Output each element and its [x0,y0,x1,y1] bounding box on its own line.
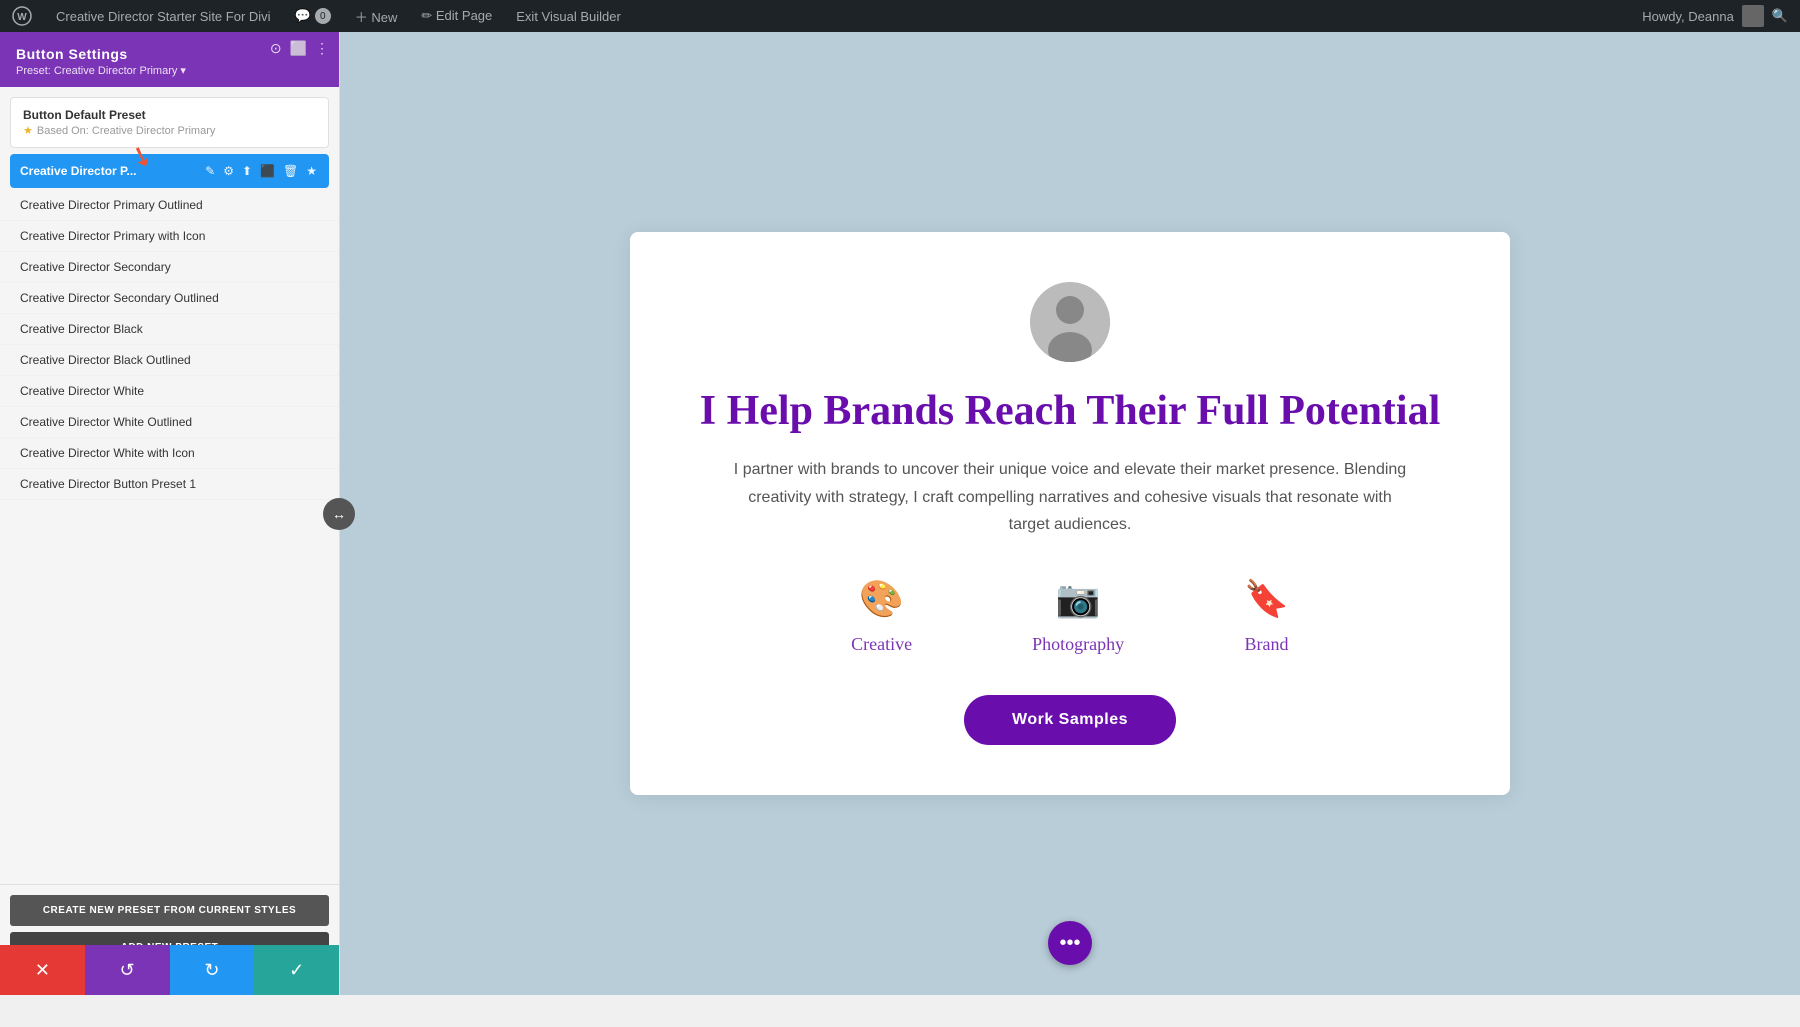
bottom-toolbar: ✕ ↺ ↻ ✓ [0,945,339,995]
creative-icon-item: 🎨 Creative [851,578,912,655]
undo-icon: ↺ [120,960,135,981]
copy-preset-icon[interactable]: ⬛ [258,162,277,180]
star-icon: ★ [23,125,33,137]
hero-avatar [1030,282,1110,362]
panel-preset-subtitle[interactable]: Preset: Creative Director Primary ▾ [16,64,323,77]
panel-header-icons: ⊙ ⬜ ⋮ [270,40,329,57]
upload-preset-icon[interactable]: ⬆ [240,162,254,180]
panel-toggle-button[interactable]: ↔ [323,498,355,530]
close-icon: ✕ [35,960,50,981]
star-preset-icon[interactable]: ★ [304,162,319,180]
admin-site-name[interactable]: Creative Director Starter Site For Divi [44,0,283,32]
list-item[interactable]: Creative Director Secondary [0,252,339,283]
active-preset-name: Creative Director P... [20,164,197,178]
list-item[interactable]: Creative Director White with Icon [0,438,339,469]
expand-icon[interactable]: ⬜ [290,40,307,57]
undo-button[interactable]: ↺ [85,945,170,995]
more-icon[interactable]: ⋮ [315,40,329,57]
hero-avatar-image [1030,282,1110,362]
default-preset-based-on: ★ Based On: Creative Director Primary [23,124,316,137]
brand-label: Brand [1244,634,1288,655]
list-item[interactable]: Creative Director Primary Outlined [0,190,339,221]
floating-action-button[interactable]: ••• [1048,921,1092,965]
brand-icon-item: 🔖 Brand [1244,578,1289,655]
active-preset-row[interactable]: Creative Director P... ✎ ⚙ ⬆ ⬛ 🗑 ★ [10,154,329,188]
redo-icon: ↻ [204,960,219,981]
brand-icon: 🔖 [1244,578,1289,620]
howdy-text: Howdy, Deanna [1642,9,1734,24]
photography-icon: 📷 [1056,578,1101,620]
wp-logo-icon: W [12,6,32,26]
save-icon: ✓ [289,960,304,981]
list-item[interactable]: Creative Director White [0,376,339,407]
focus-icon[interactable]: ⊙ [270,40,282,57]
admin-nav: Creative Director Starter Site For Divi … [44,0,1642,32]
default-preset-section: Button Default Preset ★ Based On: Creativ… [10,97,329,148]
list-item[interactable]: Creative Director Black Outlined [0,345,339,376]
photography-icon-item: 📷 Photography [1032,578,1124,655]
delete-preset-icon[interactable]: 🗑 [281,162,300,180]
list-item[interactable]: Creative Director Black [0,314,339,345]
main-layout: ⊙ ⬜ ⋮ Button Settings Preset: Creative D… [0,32,1800,995]
admin-new[interactable]: ＋ New [343,0,410,32]
redo-button[interactable]: ↻ [170,945,255,995]
admin-bar: W Creative Director Starter Site For Div… [0,0,1800,32]
creative-icon: 🎨 [859,578,904,620]
admin-exit-builder[interactable]: Exit Visual Builder [504,0,633,32]
comment-count: 0 [315,8,331,24]
admin-howdy: Howdy, Deanna 🔍 [1642,5,1788,27]
hero-subtitle: I partner with brands to uncover their u… [730,456,1410,538]
comment-icon: 💬 [295,8,311,24]
list-item[interactable]: Creative Director Primary with Icon [0,221,339,252]
list-item[interactable]: Creative Director Secondary Outlined [0,283,339,314]
photography-label: Photography [1032,634,1124,655]
hero-title: I Help Brands Reach Their Full Potential [690,386,1450,436]
icons-row: 🎨 Creative 📷 Photography 🔖 Brand [690,578,1450,655]
create-preset-button[interactable]: CREATE NEW PRESET FROM CURRENT STYLES [10,895,329,926]
save-button[interactable]: ✓ [254,945,339,995]
left-panel: ⊙ ⬜ ⋮ Button Settings Preset: Creative D… [0,32,340,995]
edit-preset-icon[interactable]: ✎ [203,162,217,180]
preset-list-area: Button Default Preset ★ Based On: Creativ… [0,97,339,620]
close-button[interactable]: ✕ [0,945,85,995]
panel-header: ⊙ ⬜ ⋮ Button Settings Preset: Creative D… [0,32,339,87]
admin-comments[interactable]: 💬 0 [283,0,343,32]
settings-preset-icon[interactable]: ⚙ [221,162,236,180]
default-preset-label: Button Default Preset [23,108,316,122]
svg-text:W: W [17,12,27,23]
preset-list: Creative Director Primary OutlinedCreati… [0,190,339,500]
panel-content: Button Default Preset ★ Based On: Creativ… [0,87,339,884]
hero-card: I Help Brands Reach Their Full Potential… [630,232,1510,795]
creative-label: Creative [851,634,912,655]
admin-search-icon[interactable]: 🔍 [1772,8,1788,24]
list-item[interactable]: Creative Director Button Preset 1 [0,469,339,500]
admin-edit-page[interactable]: ✏ Edit Page [409,0,504,32]
right-content: I Help Brands Reach Their Full Potential… [340,32,1800,995]
cta-button[interactable]: Work Samples [964,695,1176,745]
admin-avatar [1742,5,1764,27]
based-on-text: Based On: Creative Director Primary [37,125,216,137]
list-item[interactable]: Creative Director White Outlined [0,407,339,438]
preset-actions: ✎ ⚙ ⬆ ⬛ 🗑 ★ [203,162,319,180]
